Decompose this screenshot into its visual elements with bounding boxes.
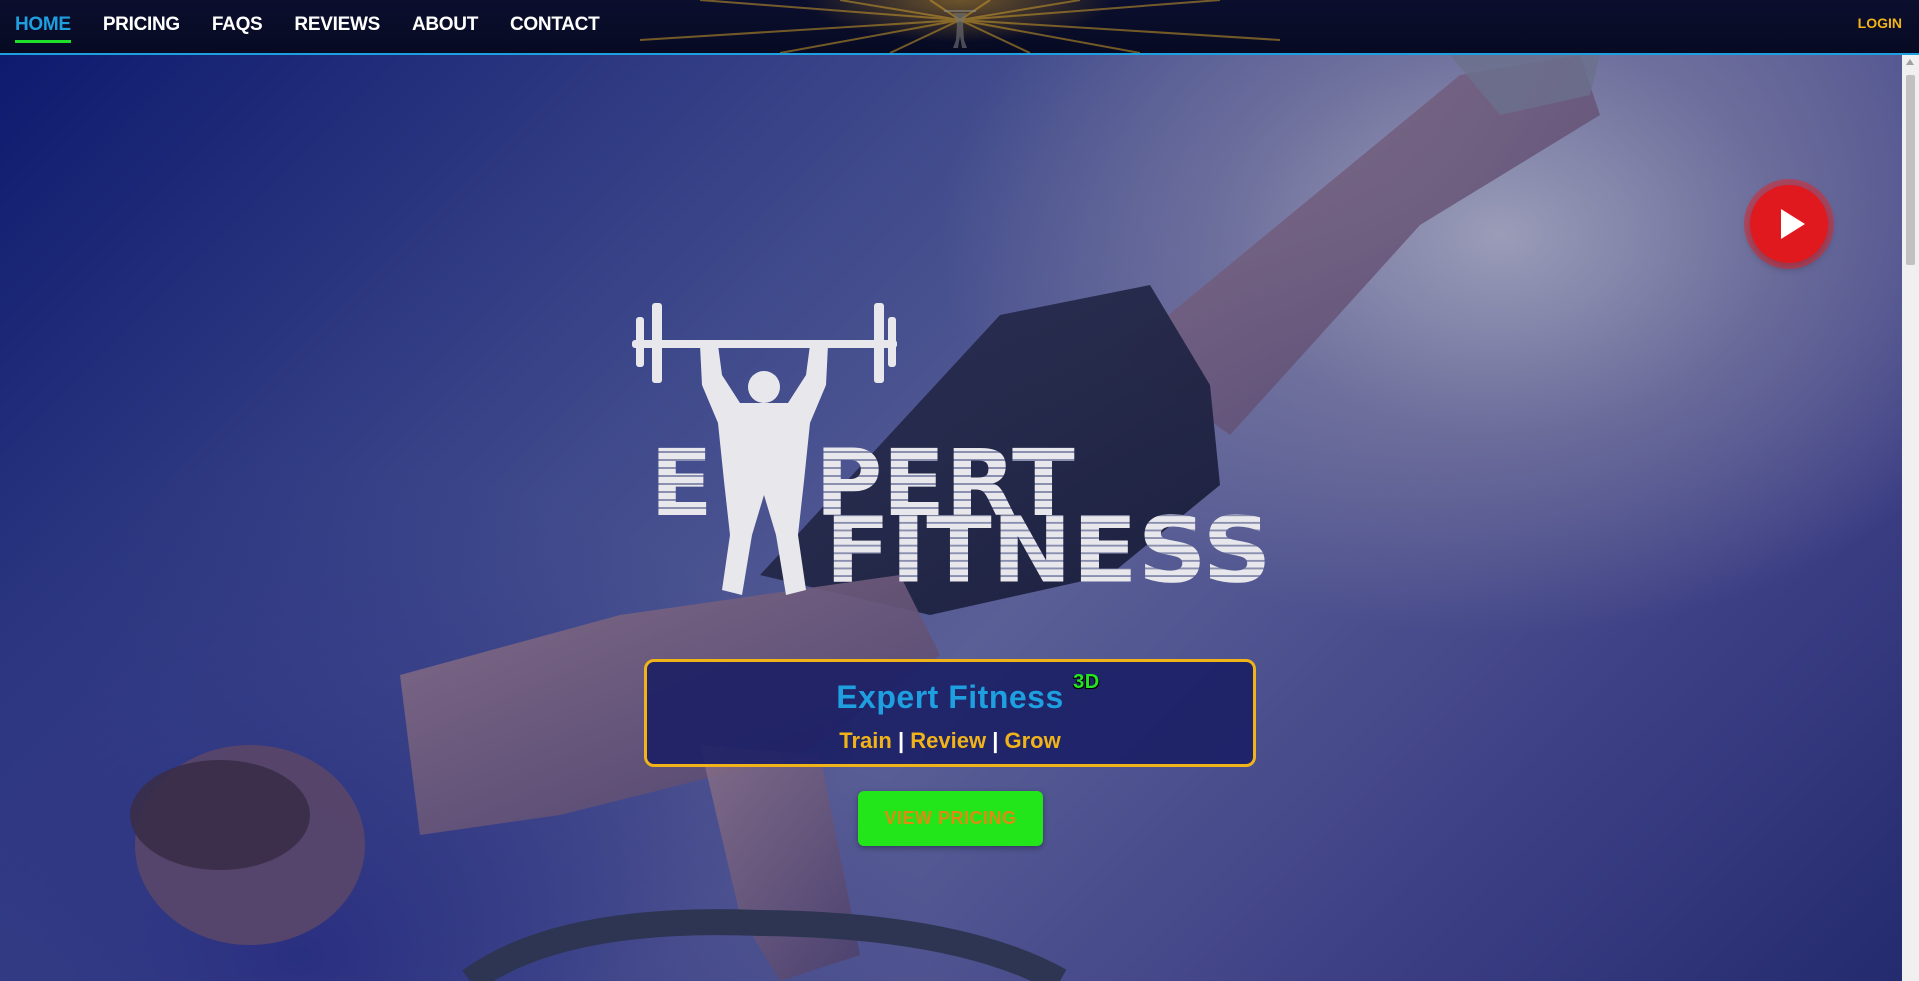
tagline: Train | Review | Grow: [647, 728, 1253, 754]
hero-section: E PERT FITNESS Expert Fitness 3D Train |…: [0, 55, 1919, 981]
navbar-logo-icon: [944, 10, 976, 48]
nav-home[interactable]: HOME: [15, 14, 71, 43]
brand-title-text: Expert Fitness: [836, 679, 1064, 715]
nav-pricing[interactable]: PRICING: [103, 14, 180, 40]
page-scrollbar[interactable]: [1902, 55, 1919, 981]
nav-faqs[interactable]: FAQS: [212, 14, 263, 40]
expert-fitness-logo: E PERT FITNESS: [630, 245, 1270, 600]
logo-letter-e: E: [650, 430, 713, 537]
view-pricing-button[interactable]: VIEW PRICING: [858, 791, 1043, 846]
top-navbar: HOME PRICING FAQS REVIEWS ABOUT CONTACT …: [0, 0, 1919, 55]
play-video-button[interactable]: [1750, 185, 1828, 263]
brand-3d-badge: 3D: [1073, 671, 1100, 693]
tagline-train: Train: [839, 728, 892, 753]
scrollbar-thumb[interactable]: [1906, 75, 1915, 265]
brand-title: Expert Fitness 3D: [836, 671, 1099, 716]
tagline-review: Review: [910, 728, 987, 753]
tagline-separator: |: [992, 728, 999, 753]
tagline-grow: Grow: [1004, 728, 1061, 753]
login-link[interactable]: LOGIN: [1858, 15, 1902, 31]
logo-word-fitness: FITNESS: [825, 498, 1270, 600]
nav-contact[interactable]: CONTACT: [510, 14, 600, 40]
nav-about[interactable]: ABOUT: [412, 14, 478, 40]
tagline-separator: |: [897, 728, 905, 753]
nav-reviews[interactable]: REVIEWS: [294, 14, 380, 40]
brand-card: Expert Fitness 3D Train | Review | Grow: [644, 659, 1256, 767]
nav-links: HOME PRICING FAQS REVIEWS ABOUT CONTACT: [15, 0, 631, 53]
scroll-up-arrow-icon[interactable]: [1906, 59, 1914, 65]
play-icon: [1781, 209, 1805, 239]
logo-graphic: E PERT FITNESS: [632, 303, 1270, 600]
